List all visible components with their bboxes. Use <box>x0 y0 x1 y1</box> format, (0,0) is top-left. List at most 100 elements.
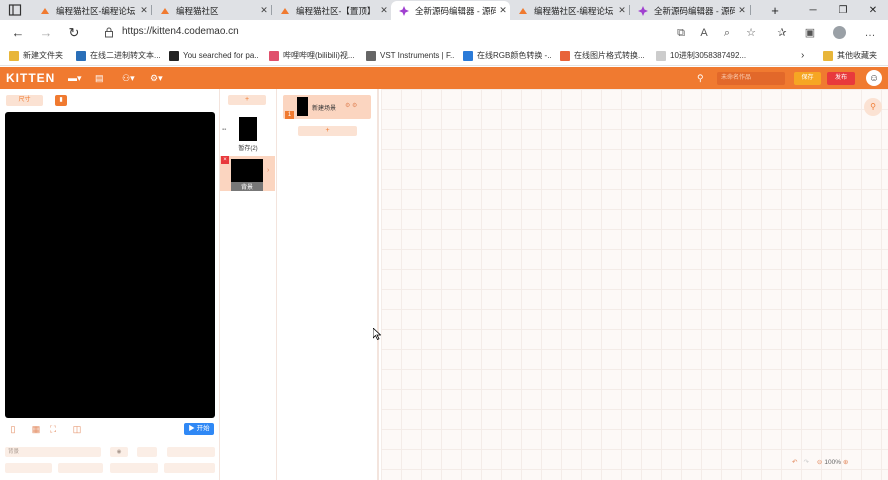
project-name-input[interactable]: 未命名作品 <box>717 72 785 85</box>
property-field[interactable] <box>58 463 103 473</box>
favorite-star-icon[interactable]: ☆ <box>744 26 758 40</box>
bookmark-item[interactable]: 哔哩哔哩(bilibili)视... <box>269 49 357 62</box>
tab-favicon-icon <box>40 6 50 16</box>
tab-title: 全新源码编辑器 - 源码 <box>654 5 735 16</box>
sprite-list: + ▪▪ 暂存(2) × › 背景 <box>220 89 277 480</box>
tab-close-icon[interactable]: ✕ <box>257 5 271 16</box>
bookmark-item[interactable]: 在线RGB颜色转换 -... <box>463 49 551 62</box>
refresh-icon[interactable]: ↻ <box>66 25 82 41</box>
settings-menu-icon[interactable]: ⚙▾ <box>150 72 163 84</box>
fullscreen-icon[interactable]: ⛶ <box>48 424 58 434</box>
sprite-thumbnail[interactable] <box>231 159 263 183</box>
add-scene-button[interactable]: + <box>298 126 357 136</box>
tab-close-icon[interactable]: ✕ <box>735 5 749 16</box>
tab-favicon-icon <box>638 5 648 16</box>
property-field[interactable] <box>5 463 52 473</box>
folder-menu-icon[interactable]: ▬▾ <box>68 72 82 84</box>
property-field[interactable] <box>137 447 157 457</box>
property-field[interactable] <box>167 447 215 457</box>
bookmark-favicon-icon <box>76 50 86 61</box>
add-sprite-button[interactable]: + <box>228 95 266 105</box>
property-field[interactable] <box>110 463 158 473</box>
stage-size-button[interactable]: 尺寸 <box>6 95 43 106</box>
close-window-button[interactable]: ✕ <box>858 0 888 20</box>
browser-tab[interactable]: 全新源码编辑器 - 源码 ✕ <box>630 1 749 20</box>
new-tab-button[interactable]: + <box>760 0 790 20</box>
tab-favicon-icon <box>518 6 528 16</box>
tab-favicon-icon <box>280 6 290 16</box>
favorites-icon[interactable]: ✰ <box>775 26 789 40</box>
tab-close-icon[interactable]: ✕ <box>615 5 629 16</box>
browser-tab[interactable]: 编程猫社区-编程论坛 ✕ <box>510 1 629 20</box>
bookmark-favicon-icon <box>560 50 570 61</box>
start-button[interactable]: ▶ 开始 <box>184 423 214 435</box>
zoom-out-icon[interactable]: ⊖ <box>817 458 822 466</box>
bookmark-item[interactable]: 在线图片格式转换... <box>560 49 646 62</box>
tab-close-icon[interactable]: ✕ <box>377 5 391 16</box>
collections-icon[interactable]: ▣ <box>803 26 817 40</box>
delete-sprite-icon[interactable]: × <box>221 156 229 164</box>
stage-canvas[interactable] <box>5 112 215 418</box>
print-icon[interactable]: ▤ <box>95 72 104 84</box>
tab-title: 编程猫社区 <box>176 5 219 16</box>
zoom-in-icon[interactable]: ⊕ <box>843 458 848 466</box>
bookmark-favicon-icon <box>269 50 279 61</box>
bookmark-item[interactable]: 10进制3058387492... <box>656 49 746 62</box>
tab-title: 编程猫社区-【置顶】 <box>296 5 376 16</box>
tab-favicon-icon <box>399 5 409 16</box>
minimize-button[interactable]: ─ <box>798 0 828 20</box>
scene-options-icon[interactable]: ⚙ ⚙ <box>345 102 357 109</box>
debug-icon[interactable]: ◫ <box>72 424 82 434</box>
user-avatar[interactable]: ☺ <box>866 70 882 86</box>
bookmark-item[interactable]: 新建文件夹 <box>9 49 71 62</box>
other-bookmarks[interactable]: 其他收藏夹 <box>823 49 885 62</box>
background-property[interactable]: 背景 <box>5 447 101 457</box>
grid-icon[interactable]: ▦ <box>31 424 41 434</box>
more-menu-icon[interactable]: … <box>863 26 877 40</box>
camera-icon[interactable]: ◉ <box>110 447 128 457</box>
forward-icon[interactable]: → <box>38 25 54 41</box>
browser-tab-active[interactable]: 全新源码编辑器 - 源码 ✕ <box>391 1 510 20</box>
code-workspace[interactable]: ⚲ ↶ ↷ ⊖ 100% ⊕ <box>381 89 888 480</box>
collaborate-icon[interactable]: ⚲ <box>697 72 704 84</box>
bookmark-item[interactable]: You searched for pa... <box>169 49 259 62</box>
browser-tab[interactable]: 编程猫社区-编程论坛 ✕ <box>32 1 151 20</box>
profile-avatar[interactable] <box>833 26 846 39</box>
share-icon[interactable]: ⚇▾ <box>122 72 135 84</box>
tab-close-icon[interactable]: ✕ <box>496 5 510 16</box>
tab-title: 全新源码编辑器 - 源码 <box>415 5 496 16</box>
folder-icon <box>9 50 19 61</box>
open-in-app-icon[interactable]: ⧉ <box>674 26 688 40</box>
tab-favicon-icon <box>160 6 170 16</box>
browser-tab[interactable]: 编程猫社区 ✕ <box>152 1 271 20</box>
redo-icon[interactable]: ↷ <box>803 458 808 466</box>
undo-icon[interactable]: ↶ <box>792 458 797 466</box>
save-button[interactable]: 保存 <box>794 72 821 85</box>
bookmarks-overflow-icon[interactable]: › <box>801 49 815 62</box>
back-icon[interactable]: ← <box>10 25 26 41</box>
scene-thumbnail <box>297 97 308 116</box>
bookmark-item[interactable]: VST Instruments | F... <box>366 49 454 62</box>
property-field[interactable] <box>164 463 215 473</box>
tab-close-icon[interactable]: ✕ <box>137 5 151 16</box>
sprite-label: 暂存(2) <box>238 146 258 152</box>
publish-button[interactable]: 发布 <box>827 72 855 85</box>
lock-icon[interactable] <box>104 27 114 38</box>
url-field[interactable]: https://kitten4.codemao.cn <box>122 26 239 37</box>
zoom-icon[interactable]: ⌕ <box>720 26 734 40</box>
bookmark-item[interactable]: 在线二进制转文本... <box>76 49 162 62</box>
search-icon[interactable]: ⚲ <box>864 98 882 116</box>
stage-toggle-icon[interactable]: ▮ <box>55 95 67 106</box>
tab-actions-icon[interactable] <box>8 3 24 17</box>
phone-view-icon[interactable]: ▯ <box>8 424 18 434</box>
sprite-expand-icon[interactable]: › <box>267 167 269 174</box>
tab-title: 编程猫社区-编程论坛 <box>534 5 614 16</box>
kitten-logo: KITTEN <box>6 71 56 85</box>
browser-tab[interactable]: 编程猫社区-【置顶】 ✕ <box>272 1 391 20</box>
bookmark-favicon-icon <box>656 50 666 61</box>
sprite-label: 背景 <box>231 182 263 191</box>
scene-item[interactable]: 新建场景 ⚙ ⚙ <box>283 95 371 119</box>
maximize-button[interactable]: ❐ <box>828 0 858 20</box>
sprite-thumbnail[interactable] <box>239 117 257 141</box>
read-aloud-icon[interactable]: A <box>697 26 711 40</box>
